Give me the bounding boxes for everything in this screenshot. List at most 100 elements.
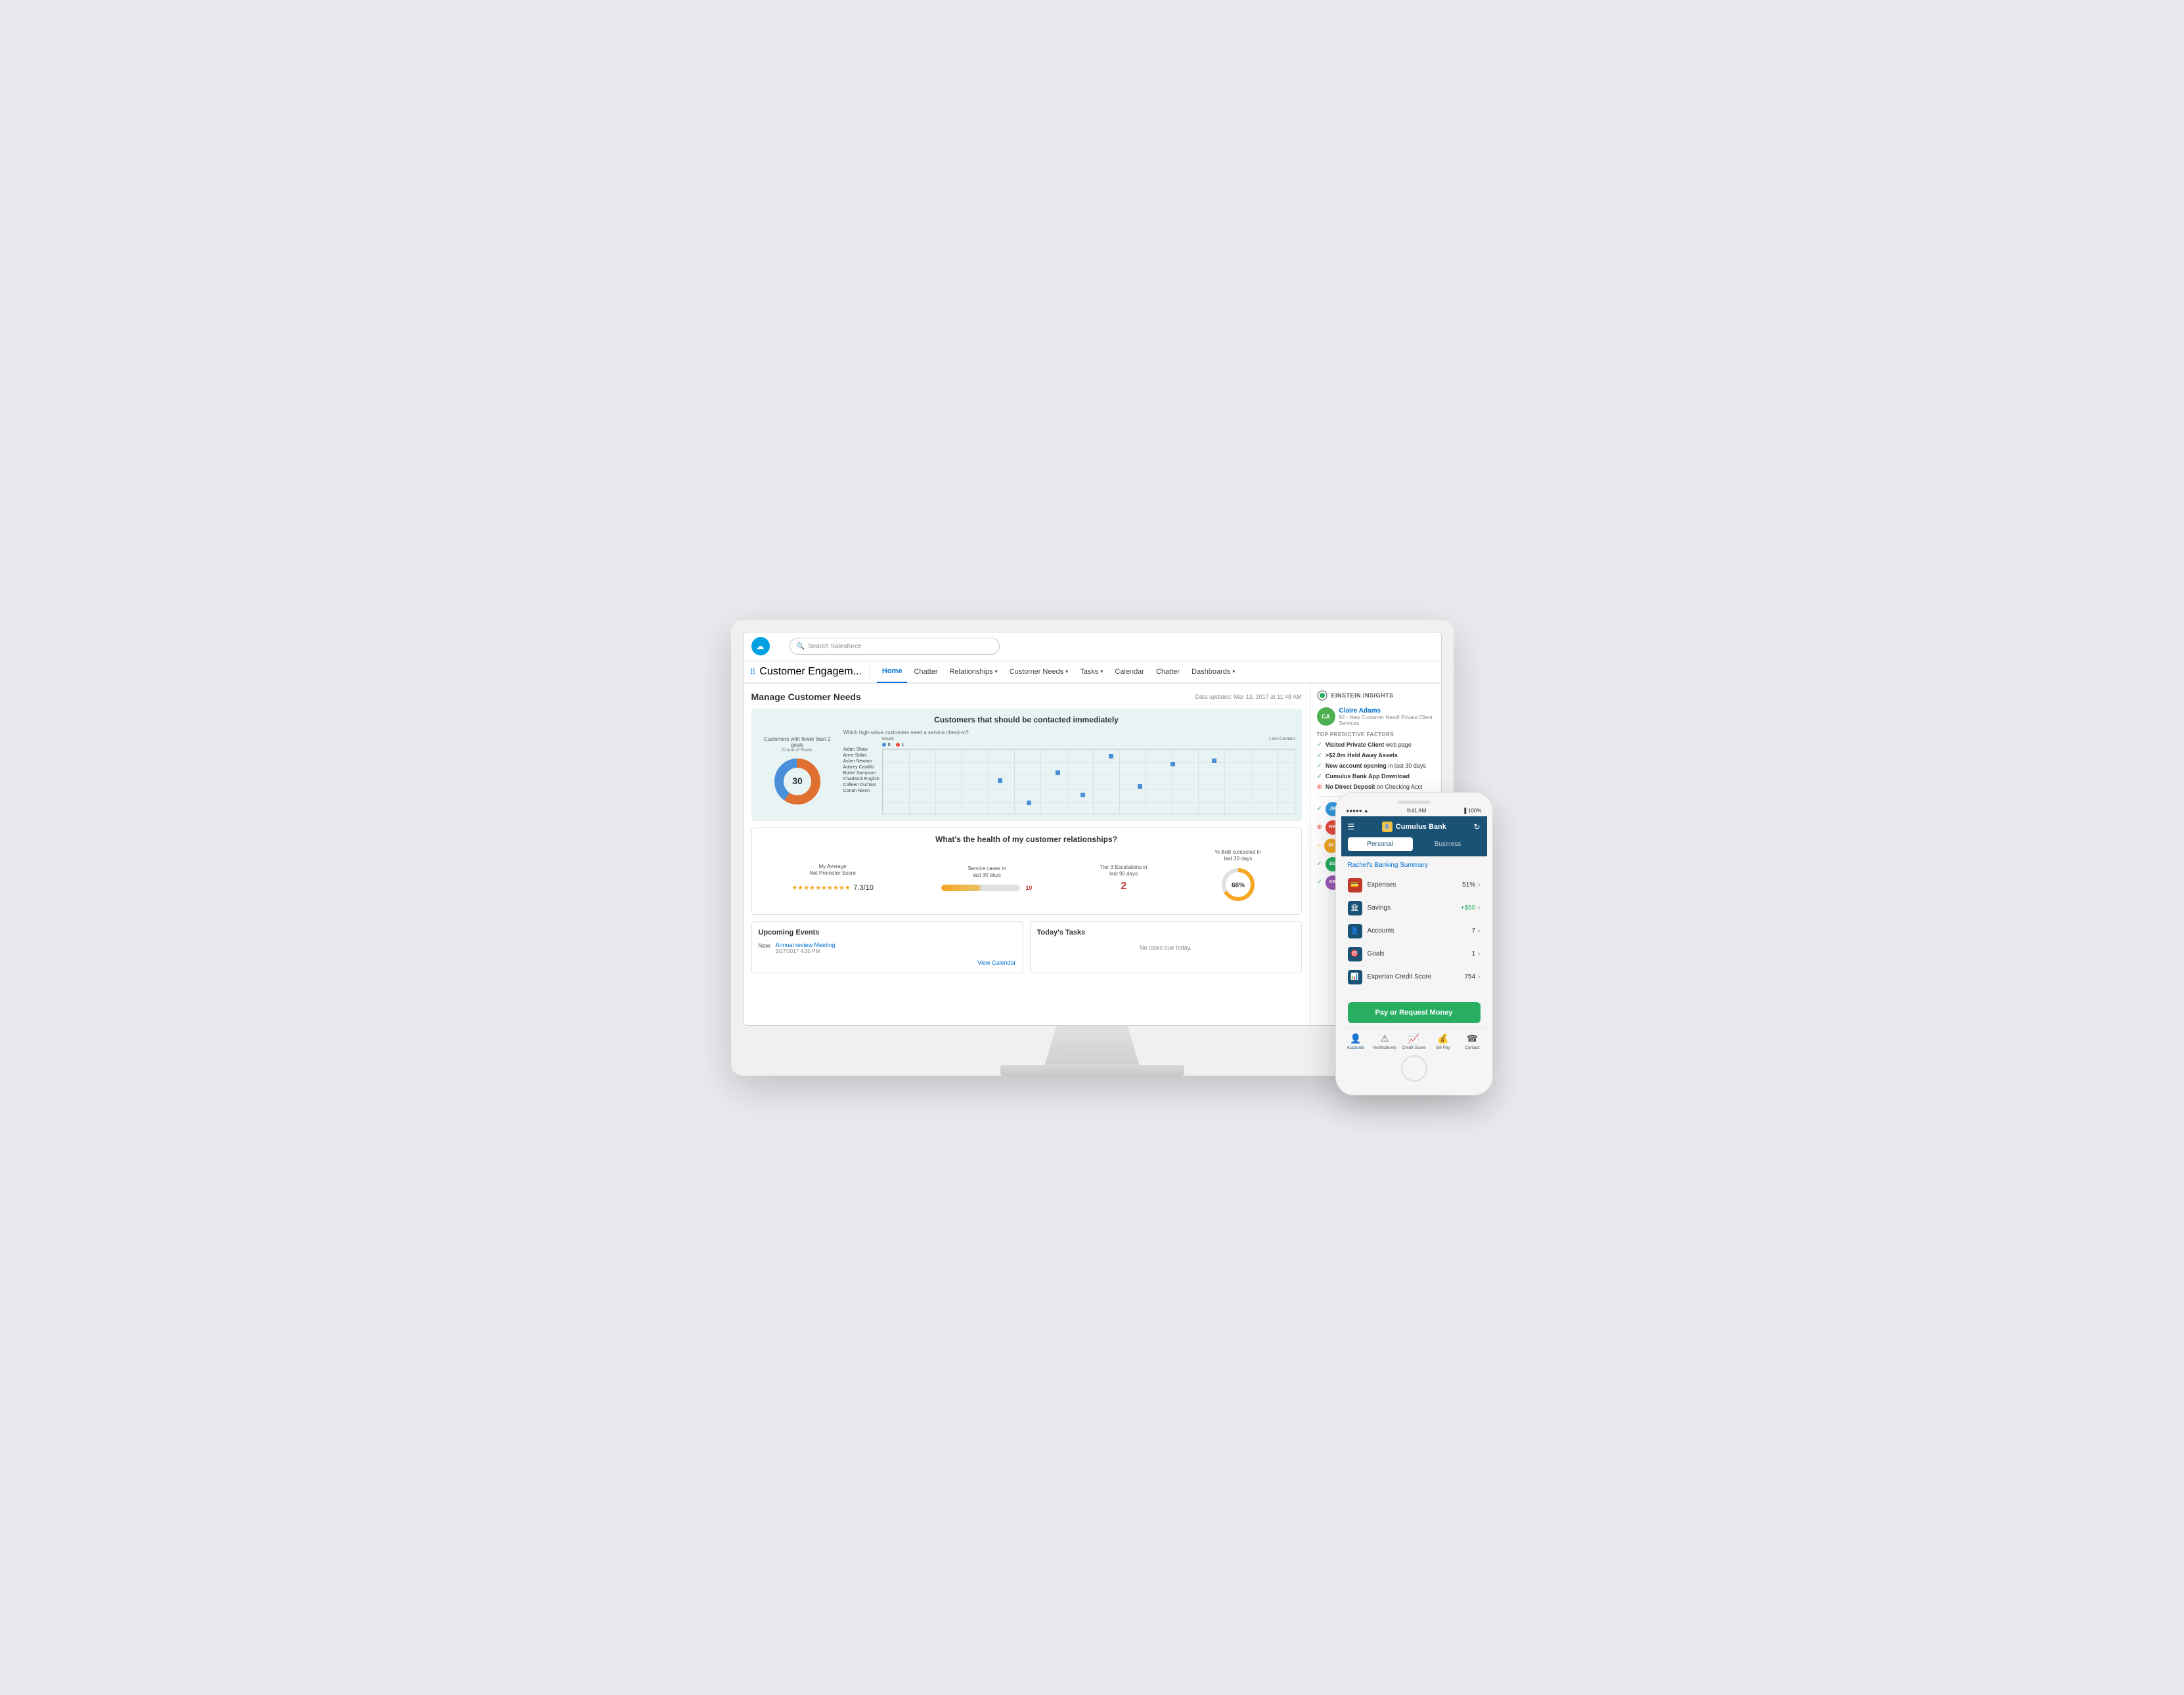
top-factors-label: TOP PREDICTIVE FACTORS	[1317, 732, 1435, 737]
goals-label: Goals	[1368, 950, 1385, 958]
accounts-value: 7	[1472, 927, 1476, 935]
phone-nav-accounts[interactable]: 👤 Accounts	[1341, 1033, 1370, 1050]
search-bar[interactable]: 🔍 Search Salesforce	[790, 638, 1000, 655]
accounts-left: 👤 Accounts	[1348, 924, 1394, 938]
nav-chatter2[interactable]: Chatter	[1151, 661, 1185, 683]
dot-8	[1027, 801, 1031, 805]
nav-calendar[interactable]: Calendar	[1109, 661, 1149, 683]
nav-customer-needs[interactable]: Customer Needs▾	[1004, 661, 1074, 683]
phone-row-savings[interactable]: 🏦 Savings +$50 ›	[1348, 897, 1481, 920]
metric-escalations: Tier 3 Escalations inlast 90 days 2	[1100, 864, 1148, 892]
manage-title: Manage Customer Needs	[751, 692, 861, 702]
phone-menu-icon[interactable]: ☰	[1348, 822, 1355, 831]
name-6: Colleen Durham	[843, 783, 880, 787]
contact-icon-katelyn: ✓	[1317, 879, 1322, 886]
scatter-axis-labels: GoalsLast Contact	[882, 737, 1295, 741]
nav-relationships[interactable]: Relationships▾	[945, 661, 1003, 683]
insight-person: CA Claire Adams 92 - New Customer Need! …	[1317, 707, 1435, 726]
savings-label: Savings	[1368, 904, 1391, 912]
phone-bottom-nav: 👤 Accounts ⚠ Notifications 📈 Credit Scor…	[1341, 1028, 1487, 1050]
scatter-grid	[882, 749, 1295, 814]
savings-value-wrap: +$50 ›	[1461, 904, 1481, 912]
factor-icon-3: ✓	[1317, 773, 1322, 780]
factor-text-1: >$2.0m Held Away Assets	[1326, 752, 1398, 759]
metric-nps: My AverageNet Promoter Score ★★★★★★★★★★ …	[791, 864, 874, 893]
nav-chatter[interactable]: Chatter	[908, 661, 943, 683]
health-section: What's the health of my customer relatio…	[751, 827, 1302, 915]
factor-3: ✓ Cumulus Bank App Download	[1317, 773, 1435, 780]
insight-person-row: CA Claire Adams 92 - New Customer Need! …	[1317, 707, 1435, 726]
score-val: 7.3/10	[853, 884, 874, 892]
donut-chart: Customers with fewer than 2 goals Count …	[758, 736, 837, 808]
app-name-section: ⠿ Customer Engagem...	[750, 666, 870, 678]
status-time: 9:41 AM	[1407, 808, 1426, 814]
factor-1: ✓ >$2.0m Held Away Assets	[1317, 752, 1435, 759]
nps-label: My AverageNet Promoter Score	[791, 864, 874, 877]
phone-status-bar: ●●●●● ▲ 9:41 AM ▌100%	[1341, 808, 1487, 814]
no-tasks: No tasks due today.	[1037, 944, 1295, 951]
phone-nav-notifications[interactable]: ⚠ Notifications	[1370, 1033, 1399, 1050]
name-0: Aidan Shaw	[843, 747, 880, 752]
donut-svg: 30	[771, 755, 824, 808]
dot-2	[1170, 762, 1175, 766]
nav-dashboards[interactable]: Dashboards▾	[1186, 661, 1240, 683]
phone-tab-business[interactable]: Business	[1415, 837, 1481, 851]
bottom-panels: Upcoming Events Now Annual review Meetin…	[751, 921, 1302, 973]
names-col: Aidan Shaw Anne Salas Asher Newton Aubre…	[843, 737, 880, 814]
tasks-panel: Today's Tasks No tasks due today.	[1030, 921, 1302, 973]
nav-notifications-label: Notifications	[1373, 1046, 1396, 1050]
phone-home-button[interactable]	[1401, 1055, 1427, 1082]
phone-nav-credit[interactable]: 📈 Credit Score	[1399, 1033, 1428, 1050]
factor-text-0: Visited Private Client web page	[1326, 741, 1412, 748]
phone-row-credit[interactable]: 📊 Experian Credit Score 754 ›	[1348, 966, 1481, 989]
expenses-icon: 💳	[1348, 878, 1362, 892]
savings-arrow: ›	[1478, 904, 1480, 912]
donut-label: Customers with fewer than 2 goals	[758, 736, 837, 748]
factor-text-2: New account opening in last 30 days	[1326, 762, 1426, 769]
factor-text-4: No Direct Deposit on Checking Acct	[1326, 783, 1423, 790]
dot-7	[1081, 793, 1085, 797]
phone-row-accounts[interactable]: 👤 Accounts 7 ›	[1348, 920, 1481, 943]
phone-app-logo: 🏦	[1382, 822, 1393, 832]
savings-left: 🏦 Savings	[1348, 901, 1391, 915]
phone-speaker	[1398, 801, 1431, 804]
phone-row-expenses[interactable]: 💳 Expenses 51% ›	[1348, 874, 1481, 897]
name-3: Aubrey Castillo	[843, 765, 880, 770]
factor-icon-2: ✓	[1317, 762, 1322, 770]
pay-request-button[interactable]: Pay or Request Money	[1348, 1002, 1481, 1023]
expenses-left: 💳 Expenses	[1348, 878, 1396, 892]
phone-app-title: 🏦 Cumulus Bank	[1382, 822, 1446, 832]
escalations-label: Tier 3 Escalations inlast 90 days	[1100, 864, 1148, 878]
insight-name[interactable]: Claire Adams	[1339, 707, 1435, 715]
phone-tab-personal[interactable]: Personal	[1348, 837, 1413, 851]
scatter-header: Which high-value customers need a servic…	[843, 730, 1295, 736]
goals-value: 1	[1472, 950, 1476, 958]
phone-nav-billpay[interactable]: 💰 Bill Pay	[1429, 1033, 1458, 1050]
factor-4: ⊗ No Direct Deposit on Checking Acct	[1317, 783, 1435, 791]
view-calendar-link[interactable]: View Calendar	[759, 959, 1016, 966]
phone-summary-title: Rachel's Banking Summary	[1348, 862, 1481, 869]
bob-label: % BoB contacted inlast 30 days	[1215, 849, 1261, 863]
svg-text:30: 30	[792, 776, 803, 786]
credit-icon: 📊	[1348, 970, 1362, 984]
nav-home[interactable]: Home	[877, 661, 908, 683]
legend-0: 0	[882, 743, 891, 747]
chart-title: Customers that should be contacted immed…	[758, 715, 1295, 724]
escalations-value: 2	[1100, 881, 1148, 892]
event-date: 3/27/2017 4:30 PM	[776, 948, 836, 954]
nav-credit-label: Credit Score	[1402, 1046, 1425, 1050]
legend-1: 1	[896, 743, 904, 747]
phone-nav-contact[interactable]: ☎ Contact	[1458, 1033, 1486, 1050]
contact-icon-john: ✓	[1317, 805, 1322, 812]
dot-3	[1056, 770, 1060, 775]
goals-icon: 🎯	[1348, 947, 1362, 961]
goals-arrow: ›	[1478, 950, 1480, 958]
credit-value: 754	[1464, 973, 1475, 980]
phone-refresh-icon[interactable]: ↻	[1473, 822, 1480, 831]
phone-row-goals[interactable]: 🎯 Goals 1 ›	[1348, 943, 1481, 966]
gauge-svg: 66%	[1218, 865, 1258, 904]
event-time: Now	[759, 942, 770, 949]
nav-tasks[interactable]: Tasks▾	[1075, 661, 1108, 683]
factor-icon-4: ⊗	[1317, 783, 1322, 791]
event-name[interactable]: Annual review Meeting	[776, 942, 836, 948]
